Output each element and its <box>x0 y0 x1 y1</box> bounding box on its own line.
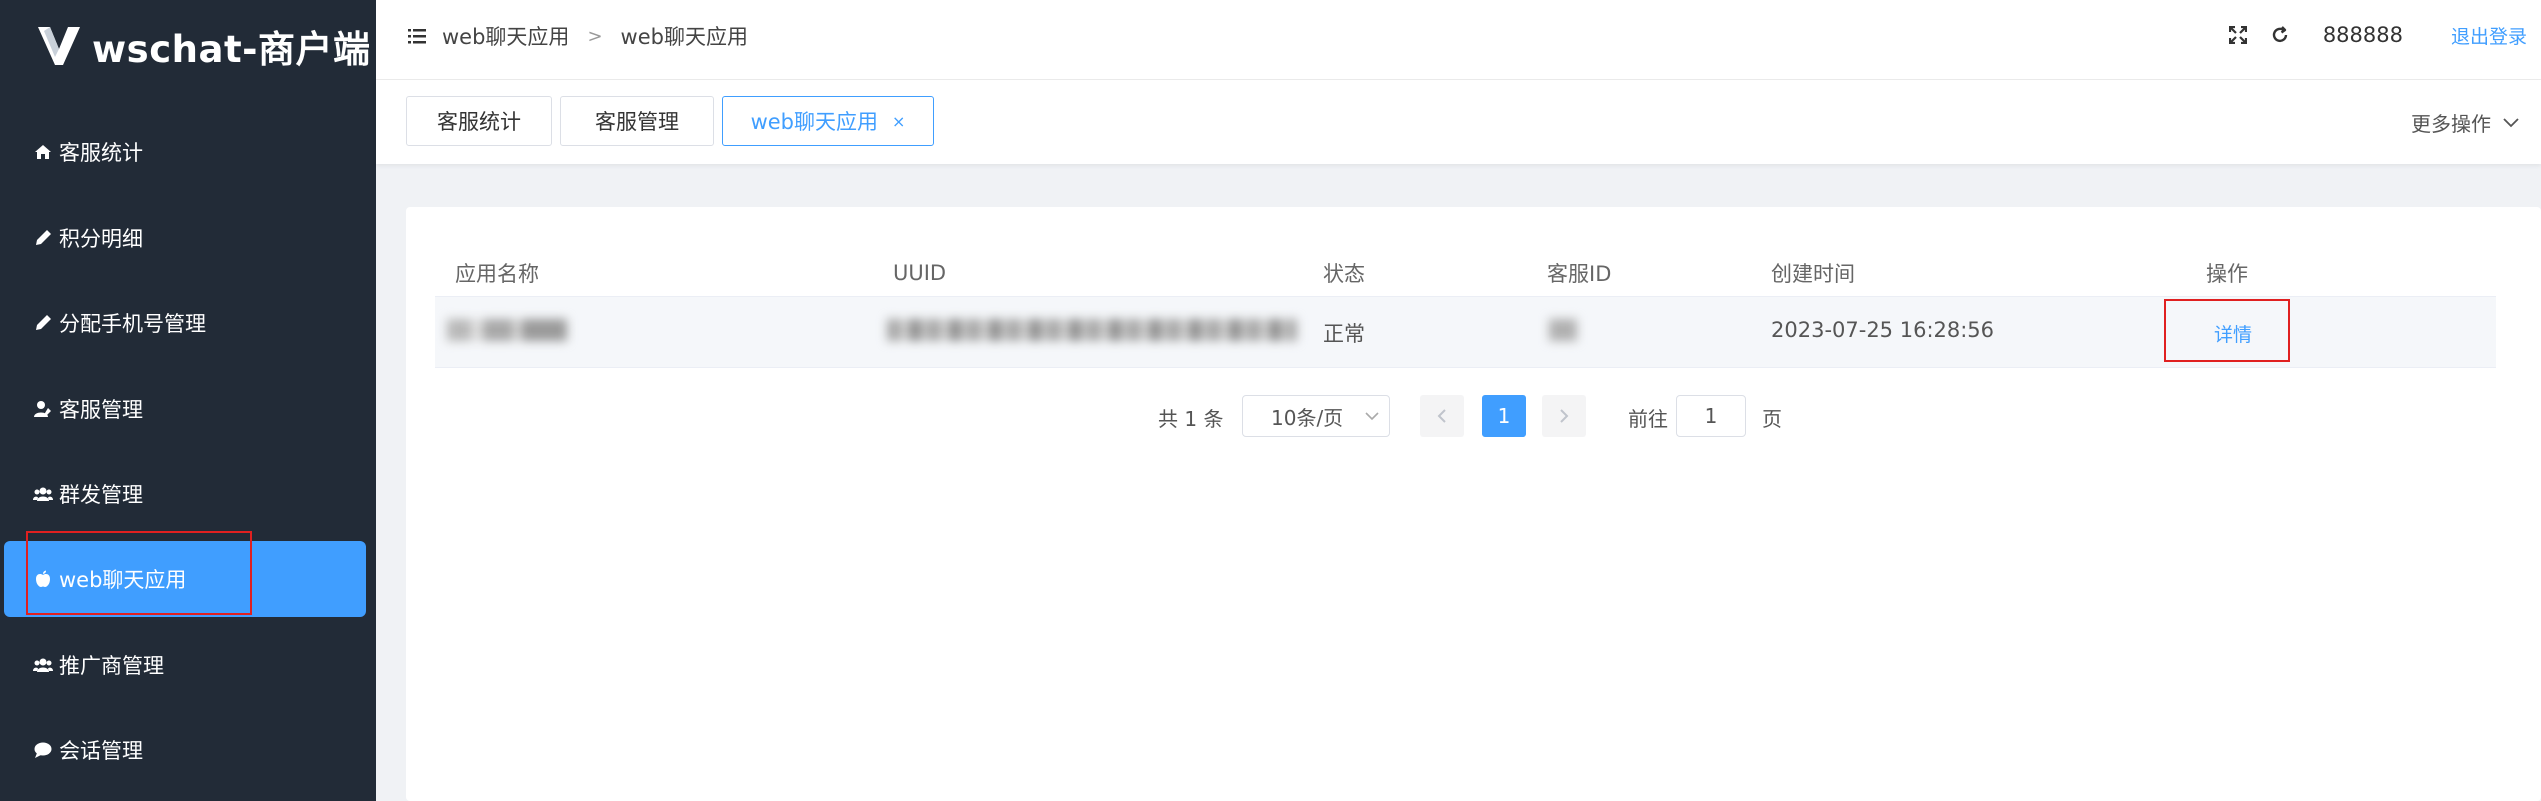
sidebar-item-service-manage[interactable]: 客服管理 <box>0 371 376 447</box>
page-suffix-label: 页 <box>1762 407 1782 431</box>
tab-label: 客服统计 <box>437 110 521 134</box>
detail-link[interactable]: 详情 <box>2214 320 2252 347</box>
tab-close-icon[interactable]: × <box>892 112 905 131</box>
sidebar-item-session-manage[interactable]: 会话管理 <box>0 712 376 788</box>
redacted-service-id <box>1549 319 1577 341</box>
more-operations-label: 更多操作 <box>2411 112 2491 136</box>
page-size-select[interactable]: 10条/页 <box>1242 395 1390 437</box>
goto-label: 前往 <box>1628 407 1668 431</box>
sidebar-item-label: 推广商管理 <box>59 654 164 678</box>
sidebar-item-service-stats[interactable]: 客服统计 <box>0 114 376 190</box>
top-header: web聊天应用 > web聊天应用 888888 退出登录 <box>376 0 2541 80</box>
prev-page-button[interactable] <box>1420 395 1464 437</box>
logo-text: wschat-商户端 <box>92 28 371 71</box>
breadcrumb-item[interactable]: web聊天应用 <box>442 21 569 51</box>
pagination-total: 共 1 条 <box>1158 407 1224 431</box>
table-header: 应用名称 UUID 状态 客服ID 创建时间 操作 <box>435 243 2496 303</box>
sidebar-item-web-chat-app[interactable]: web聊天应用 <box>4 541 366 617</box>
header-actions: 888888 退出登录 <box>2227 20 2541 50</box>
chevron-right-icon <box>1560 409 1569 423</box>
column-header: UUID <box>893 261 947 285</box>
sidebar-item-label: 客服管理 <box>59 398 143 422</box>
tab-service-stats[interactable]: 客服统计 <box>406 96 552 146</box>
sidebar-item-label: 群发管理 <box>59 483 143 507</box>
column-header: 应用名称 <box>455 262 539 286</box>
sidebar-item-label: web聊天应用 <box>59 568 187 592</box>
redacted-app-name <box>447 319 567 341</box>
tab-service-manage[interactable]: 客服管理 <box>560 96 714 146</box>
sidebar-item-label: 会话管理 <box>59 739 143 763</box>
logo: wschat-商户端 <box>36 22 371 71</box>
breadcrumb-separator: > <box>587 25 603 47</box>
sidebar-item-mass-send[interactable]: 群发管理 <box>0 456 376 532</box>
v-logo-icon <box>38 27 80 65</box>
sidebar-item-phone-assign[interactable]: 分配手机号管理 <box>0 285 376 361</box>
more-operations-dropdown[interactable]: 更多操作 <box>2411 108 2519 137</box>
username[interactable]: 888888 <box>2323 23 2403 47</box>
tab-label: web聊天应用 <box>750 110 879 134</box>
home-icon <box>33 142 53 162</box>
content-card: 应用名称 UUID 状态 客服ID 创建时间 操作 正常 2023-07-25 … <box>406 207 2541 801</box>
created-time-cell: 2023-07-25 16:28:56 <box>1771 318 1995 342</box>
fullscreen-icon[interactable] <box>2227 24 2249 46</box>
status-cell: 正常 <box>1323 322 1365 346</box>
pen-icon <box>33 313 53 333</box>
user-edit-icon <box>33 399 53 419</box>
tab-web-chat-app[interactable]: web聊天应用 × <box>722 96 934 146</box>
pagination: 共 1 条 10条/页 1 前往 页 <box>406 395 2541 437</box>
sidebar-item-label: 积分明细 <box>59 227 143 251</box>
column-header: 操作 <box>2206 262 2248 286</box>
sidebar-item-label: 分配手机号管理 <box>59 312 206 336</box>
table-row: 正常 2023-07-25 16:28:56 详情 <box>435 296 2496 368</box>
users-icon <box>33 484 53 504</box>
chat-icon <box>33 740 53 760</box>
breadcrumb: web聊天应用 > web聊天应用 <box>442 21 748 51</box>
logout-link[interactable]: 退出登录 <box>2451 22 2527 49</box>
app-root: wschat-商户端 客服统计 积分明细 分配手机号管理 客服管理 群发管理 w… <box>0 0 2541 801</box>
page-number-current[interactable]: 1 <box>1482 395 1526 437</box>
sidebar: wschat-商户端 客服统计 积分明细 分配手机号管理 客服管理 群发管理 w… <box>0 0 376 801</box>
column-header: 状态 <box>1323 262 1365 286</box>
pen-icon <box>33 228 53 248</box>
users-icon <box>33 655 53 675</box>
hamburger-menu-icon[interactable] <box>408 27 426 45</box>
page-size-value: 10条/页 <box>1271 405 1344 430</box>
apple-icon <box>33 569 53 589</box>
sidebar-item-points-detail[interactable]: 积分明细 <box>0 200 376 276</box>
chevron-down-icon <box>2503 117 2519 127</box>
tab-label: 客服管理 <box>595 110 679 134</box>
refresh-icon[interactable] <box>2269 24 2291 46</box>
page-number-label: 1 <box>1497 404 1511 428</box>
next-page-button[interactable] <box>1542 395 1586 437</box>
breadcrumb-item: web聊天应用 <box>620 25 748 49</box>
sidebar-item-promoter-manage[interactable]: 推广商管理 <box>0 627 376 703</box>
sidebar-item-label: 客服统计 <box>59 141 143 165</box>
goto-page-input[interactable] <box>1676 395 1746 437</box>
redacted-uuid <box>887 319 1297 341</box>
chevron-left-icon <box>1437 409 1446 423</box>
tabs-bar: 客服统计 客服管理 web聊天应用 × 更多操作 <box>376 80 2541 164</box>
column-header: 创建时间 <box>1771 262 1855 286</box>
chevron-down-icon <box>1365 412 1379 421</box>
column-header: 客服ID <box>1547 262 1612 286</box>
